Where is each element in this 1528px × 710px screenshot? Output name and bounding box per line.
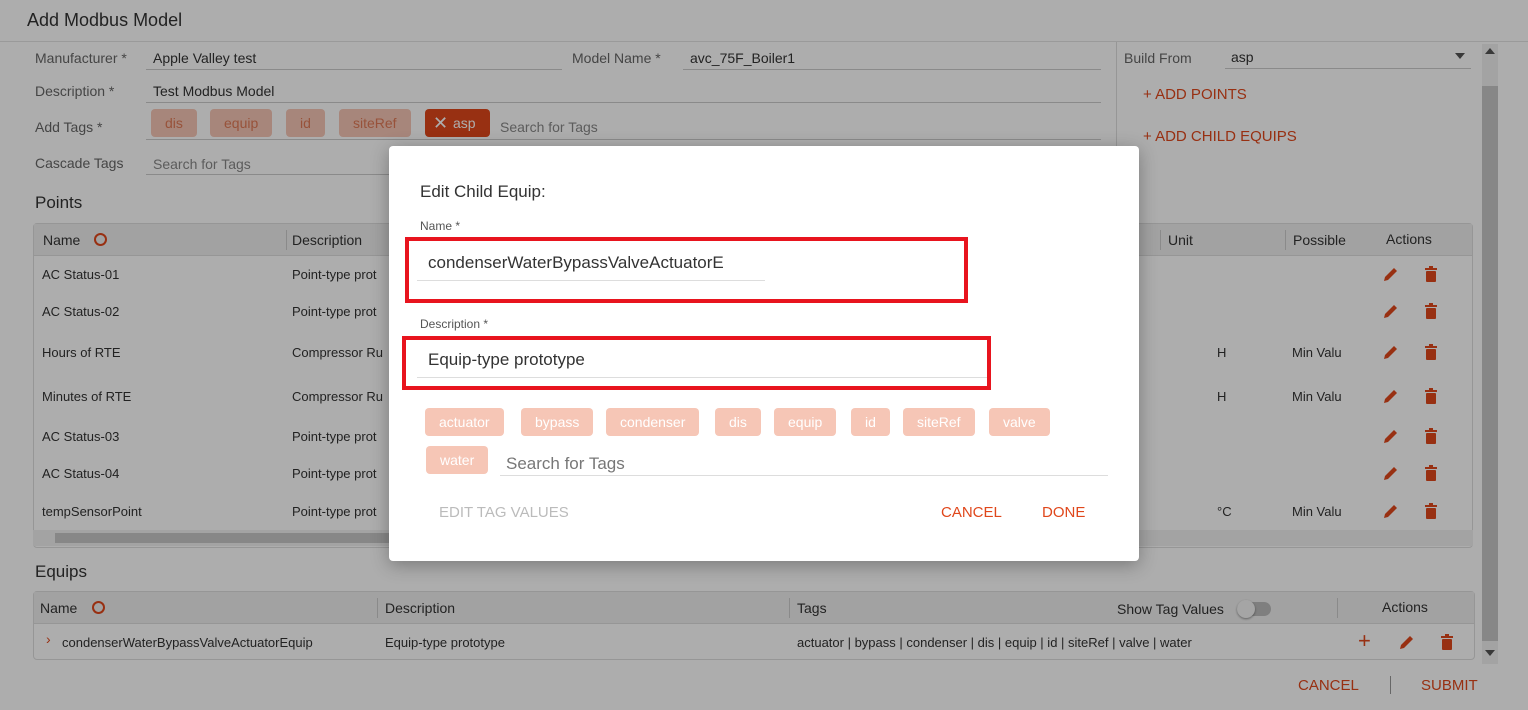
- tag-chip[interactable]: water: [426, 446, 489, 474]
- tag-chip[interactable]: id: [851, 408, 890, 436]
- modal-tags-search-placeholder: Search for Tags: [506, 454, 625, 473]
- tag-chip[interactable]: condenser: [606, 408, 700, 436]
- edit-child-equip-dialog: Edit Child Equip: Name * condenserWaterB…: [389, 146, 1139, 561]
- edit-tag-values-button[interactable]: EDIT TAG VALUES: [439, 504, 569, 521]
- modal-tags-search-input[interactable]: Search for Tags: [500, 448, 1108, 476]
- highlight-box: [405, 237, 968, 303]
- dialog-title: Edit Child Equip:: [420, 182, 546, 201]
- done-button[interactable]: DONE: [1042, 504, 1085, 521]
- tag-chip[interactable]: siteRef: [903, 408, 975, 436]
- cancel-button[interactable]: CANCEL: [941, 504, 1002, 521]
- description-label: Description *: [420, 317, 489, 331]
- tag-chip[interactable]: bypass: [521, 408, 594, 436]
- tag-chip[interactable]: equip: [774, 408, 837, 436]
- tag-chip[interactable]: valve: [989, 408, 1050, 436]
- tag-chip[interactable]: actuator: [425, 408, 504, 436]
- name-label: Name *: [420, 219, 461, 233]
- tag-chip[interactable]: dis: [715, 408, 761, 436]
- highlight-box: [402, 336, 991, 390]
